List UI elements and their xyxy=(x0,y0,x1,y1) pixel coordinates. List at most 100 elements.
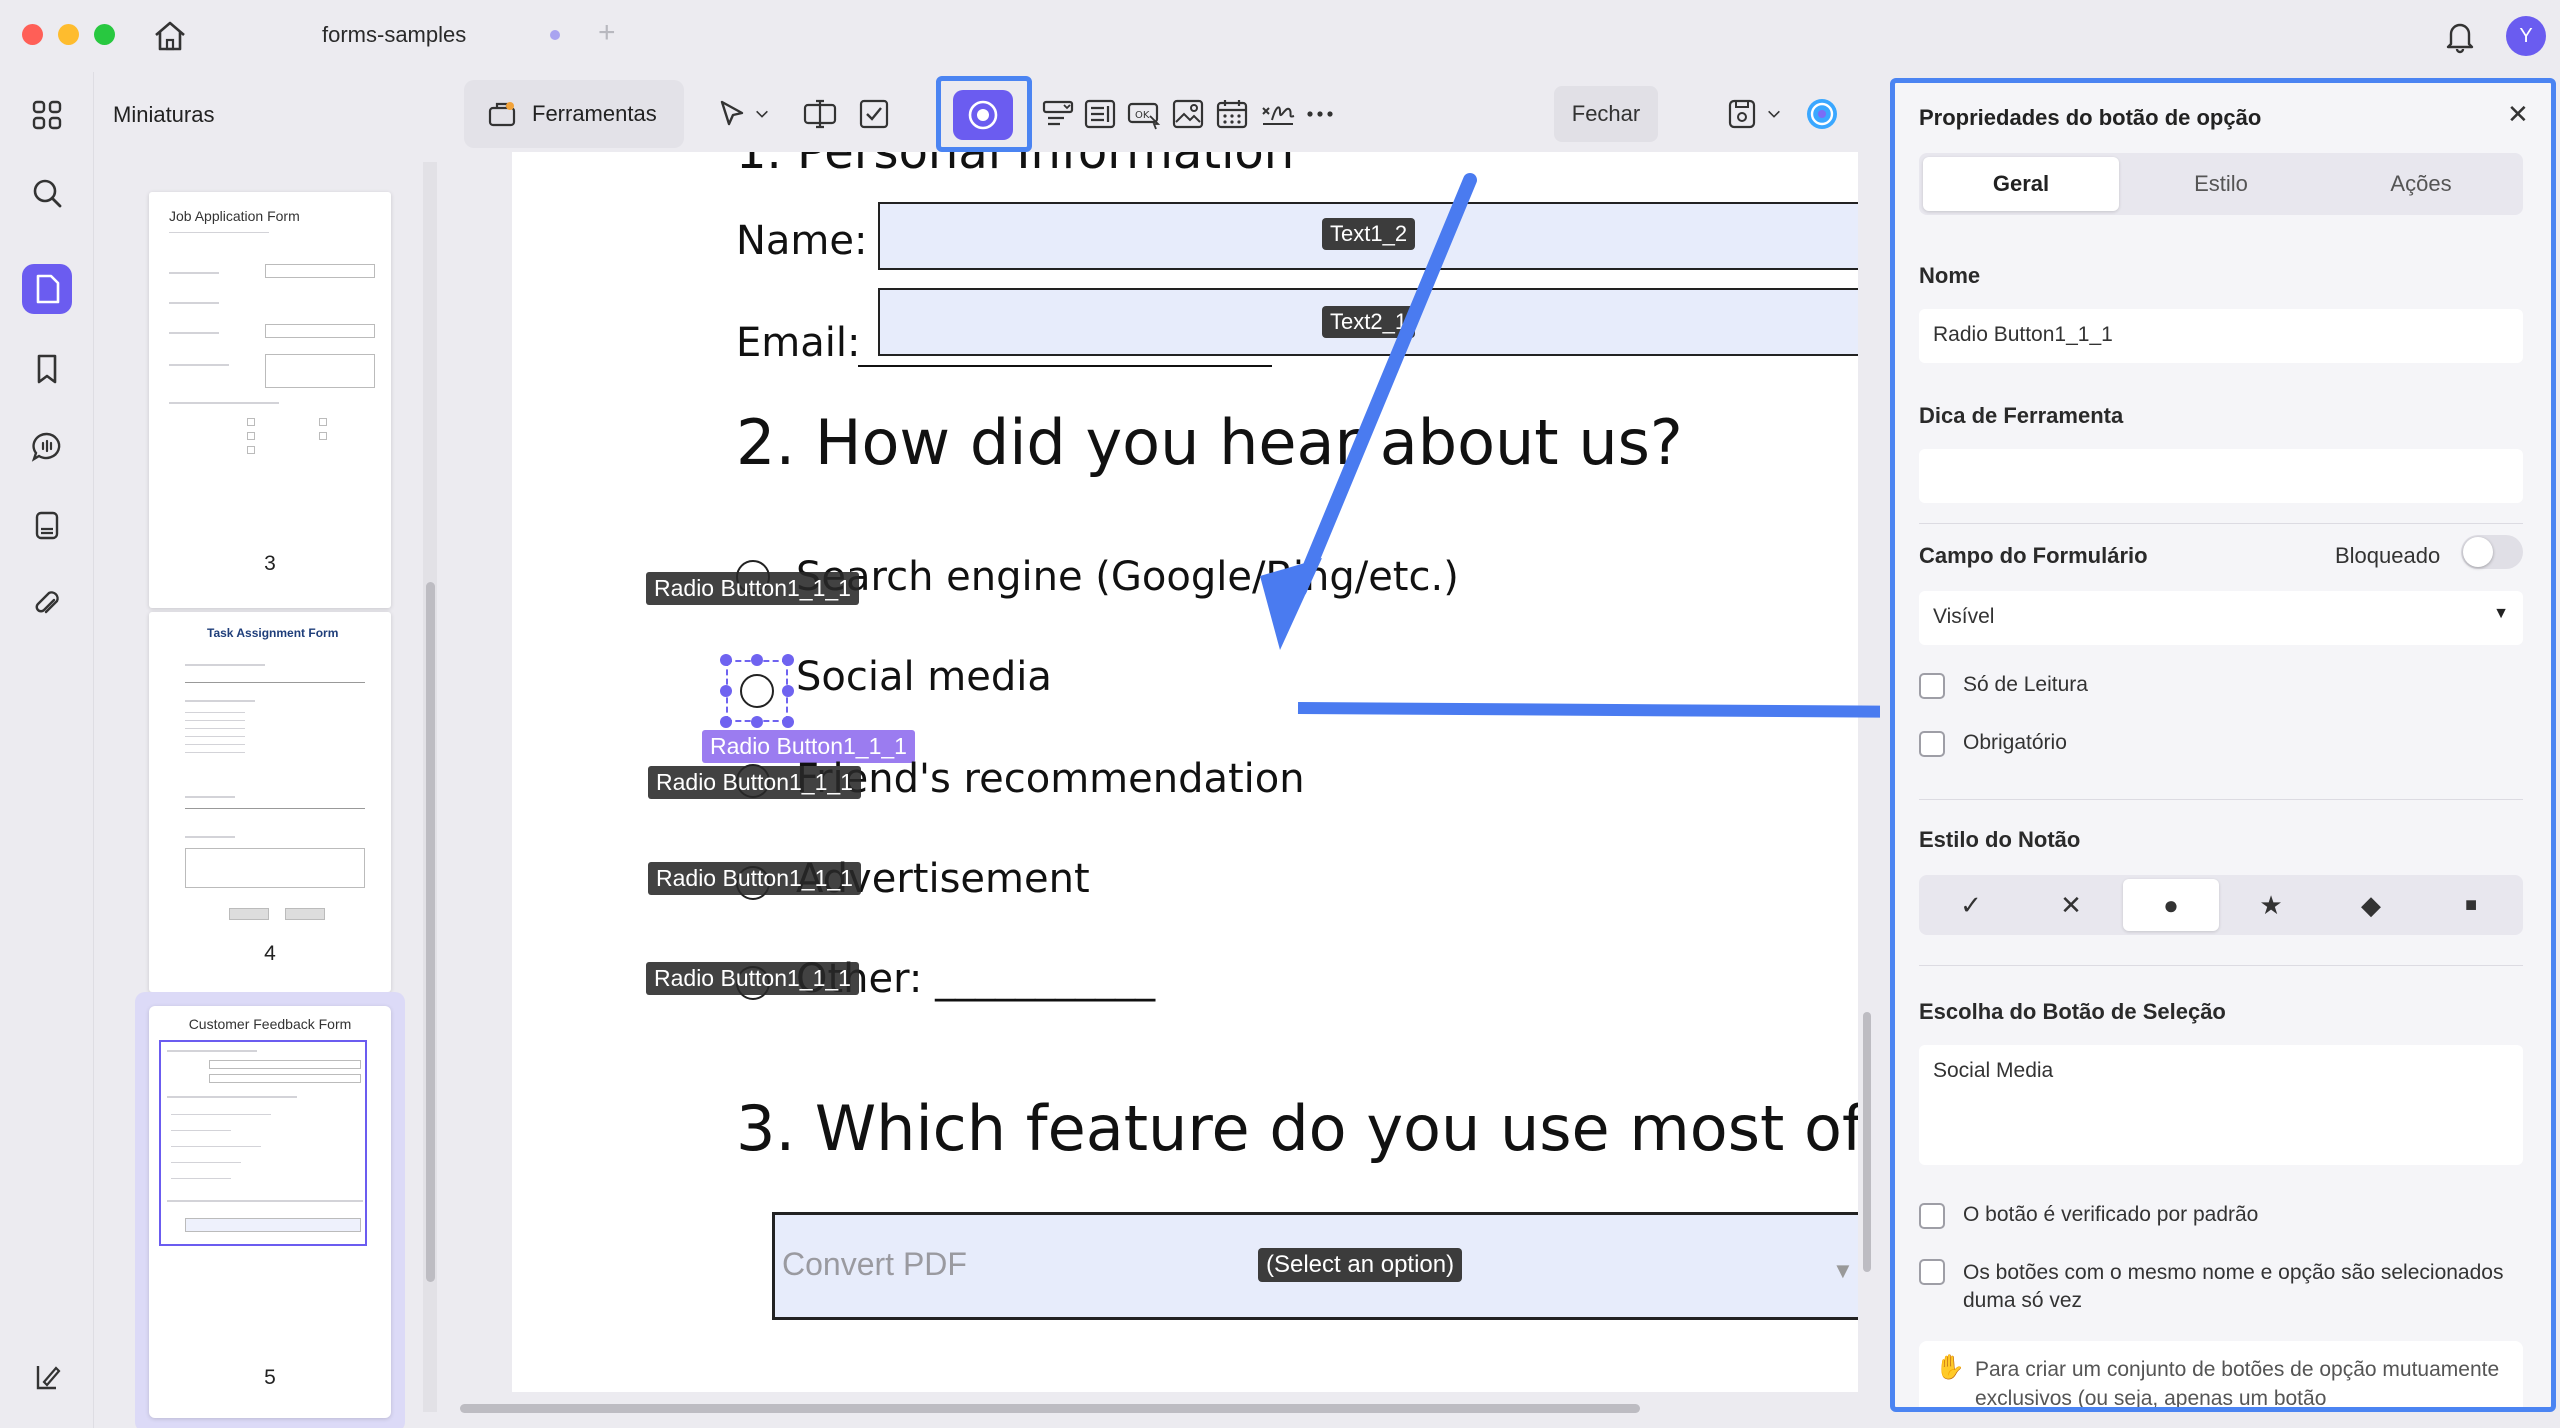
document-vertical-scrollbar[interactable] xyxy=(1863,1012,1871,1272)
more-icon[interactable] xyxy=(1296,90,1344,138)
visibility-value: Visível xyxy=(1933,605,1995,628)
option-label: Friend's recommendation xyxy=(796,756,1305,802)
close-icon[interactable]: ✕ xyxy=(2507,99,2529,130)
field-name-tag: Text2_1 xyxy=(1322,306,1416,338)
same-name-checkbox[interactable] xyxy=(1919,1259,1945,1285)
button-tool-icon[interactable]: OK xyxy=(1120,90,1168,138)
dropdown-field-tag: (Select an option) xyxy=(1258,1248,1463,1282)
radio-field-tag: Radio Button1_1_1 xyxy=(648,766,861,799)
toolbox-icon xyxy=(488,102,516,127)
document-tab-title[interactable]: forms-samples xyxy=(322,22,466,48)
close-form-mode-button[interactable]: Fechar xyxy=(1554,86,1658,142)
style-diamond-icon[interactable]: ◆ xyxy=(2323,879,2419,931)
readonly-checkbox[interactable] xyxy=(1919,673,1945,699)
home-icon[interactable] xyxy=(150,18,190,54)
name-input[interactable]: Radio Button1_1_1 xyxy=(1919,309,2523,363)
required-checkbox[interactable] xyxy=(1919,731,1945,757)
signature-icon[interactable] xyxy=(1254,90,1302,138)
radio-field-tag: Radio Button1_1_1 xyxy=(648,862,861,895)
ai-assistant-icon[interactable] xyxy=(1798,90,1846,138)
chevron-down-icon[interactable] xyxy=(750,90,774,138)
resize-handle[interactable] xyxy=(751,716,763,728)
properties-tabs: Geral Estilo Ações xyxy=(1919,153,2523,215)
bookmark-icon[interactable] xyxy=(22,344,72,394)
thumbnail-page-5[interactable]: Customer Feedback Form xyxy=(149,1006,391,1418)
combo-box-tool-icon[interactable] xyxy=(1034,90,1082,138)
same-name-row[interactable]: Os botões com o mesmo nome e opção são s… xyxy=(1919,1259,2519,1315)
select-pointer-icon[interactable] xyxy=(708,90,756,138)
radio-tool-highlight xyxy=(936,76,1032,152)
form-field-label: Campo do Formulário xyxy=(1919,543,2148,568)
visibility-select[interactable]: Visível ▼ xyxy=(1919,591,2523,645)
tooltip-field-label: Dica de Ferramenta xyxy=(1919,403,2124,428)
calendar-icon[interactable] xyxy=(1208,90,1256,138)
resize-handle[interactable] xyxy=(720,685,732,697)
window-minimize-button[interactable] xyxy=(58,24,79,45)
name-field-label: Nome xyxy=(1919,263,1981,288)
tab-general[interactable]: Geral xyxy=(1923,157,2119,211)
tab-actions[interactable]: Ações xyxy=(2323,157,2519,211)
avatar[interactable]: Y xyxy=(2506,16,2546,56)
style-check-icon[interactable]: ✓ xyxy=(1923,879,2019,931)
selection-choice-label: Escolha do Botão de Seleção xyxy=(1919,999,2226,1024)
tooltip-input[interactable] xyxy=(1919,449,2523,503)
radio-button-tool-icon[interactable] xyxy=(953,90,1013,140)
list-box-tool-icon[interactable] xyxy=(1076,90,1124,138)
default-checked-checkbox[interactable] xyxy=(1919,1203,1945,1229)
resize-handle[interactable] xyxy=(720,716,732,728)
new-tab-icon[interactable]: + xyxy=(598,18,616,48)
save-icon[interactable] xyxy=(1718,90,1766,138)
grid-icon[interactable] xyxy=(22,90,72,140)
resize-handle[interactable] xyxy=(782,716,794,728)
divider xyxy=(1919,523,2523,524)
tab-style[interactable]: Estilo xyxy=(2123,157,2319,211)
thumbnail-page-4[interactable]: Task Assignment Form xyxy=(149,612,391,992)
resize-handle[interactable] xyxy=(751,654,763,666)
locked-label: Bloqueado xyxy=(2335,543,2441,568)
checkbox-tool-icon[interactable] xyxy=(850,90,898,138)
button-style-label: Estilo do Notão xyxy=(1919,827,2081,852)
style-circle-icon[interactable]: ● xyxy=(2123,879,2219,931)
comment-icon[interactable] xyxy=(22,422,72,472)
button-style-group: ✓ ✕ ● ★ ◆ ■ xyxy=(1919,875,2523,935)
attachment-icon[interactable] xyxy=(22,578,72,628)
style-cross-icon[interactable]: ✕ xyxy=(2023,879,2119,931)
resize-handle[interactable] xyxy=(720,654,732,666)
style-star-icon[interactable]: ★ xyxy=(2223,879,2319,931)
style-square-icon[interactable]: ■ xyxy=(2423,879,2519,931)
dropdown-caret-icon[interactable]: ▼ xyxy=(1832,1258,1854,1284)
readonly-checkbox-row[interactable]: Só de Leitura xyxy=(1919,673,2088,699)
thumbnail-page-number: 5 xyxy=(264,1366,276,1389)
caret-down-icon: ▼ xyxy=(2493,605,2509,622)
selection-choice-input[interactable]: Social Media xyxy=(1919,1045,2523,1165)
required-checkbox-row[interactable]: Obrigatório xyxy=(1919,731,2067,757)
thumbnails-scrollbar[interactable] xyxy=(426,582,435,1282)
name-label: Name: xyxy=(736,218,868,264)
section-heading: 2. How did you hear about us? xyxy=(736,406,1683,479)
sidebar-settings-icon[interactable] xyxy=(22,1352,72,1402)
text-field-tool-icon[interactable] xyxy=(796,90,844,138)
document-horizontal-scrollbar[interactable] xyxy=(460,1404,1640,1413)
email-label: Email: xyxy=(736,320,861,366)
resize-handle[interactable] xyxy=(782,685,794,697)
stamp-icon[interactable] xyxy=(22,500,72,550)
locked-toggle[interactable] xyxy=(2461,535,2523,569)
required-label: Obrigatório xyxy=(1963,731,2067,754)
radio-field-tag: Radio Button1_1_1 xyxy=(646,572,859,605)
thumbnails-icon[interactable] xyxy=(22,264,72,314)
thumbnail-page-3[interactable]: Job Application Form xyxy=(149,192,391,608)
chevron-down-icon[interactable] xyxy=(1762,90,1786,138)
tools-button[interactable]: Ferramentas xyxy=(464,80,684,148)
document-viewport[interactable]: 1. Personal Information Name: Text1_2 Em… xyxy=(460,152,1880,1428)
search-icon[interactable] xyxy=(22,168,72,218)
resize-handle[interactable] xyxy=(782,654,794,666)
default-checked-row[interactable]: O botão é verificado por padrão xyxy=(1919,1203,2258,1229)
field-name-tag: Text1_2 xyxy=(1322,218,1416,250)
radio-button-selected[interactable] xyxy=(740,674,774,708)
window-close-button[interactable] xyxy=(22,24,43,45)
bell-icon[interactable] xyxy=(2442,18,2478,54)
image-field-tool-icon[interactable] xyxy=(1164,90,1212,138)
radio-field-tag: Radio Button1_1_1 xyxy=(646,962,859,995)
window-maximize-button[interactable] xyxy=(94,24,115,45)
panel-title: Propriedades do botão de opção xyxy=(1919,105,2262,130)
